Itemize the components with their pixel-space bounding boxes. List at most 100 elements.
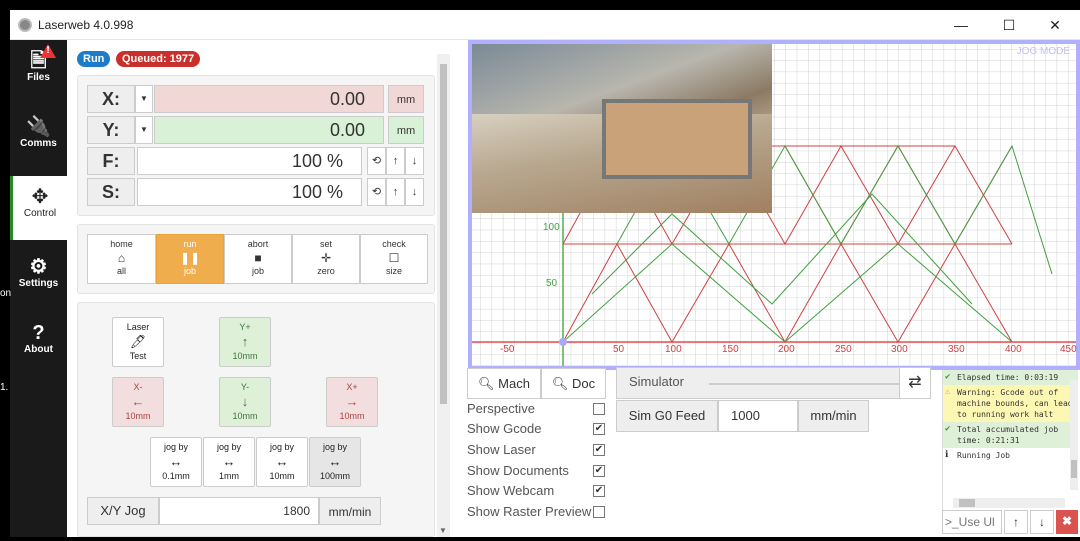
minimize-button[interactable]: — <box>938 10 984 40</box>
doc-view-button[interactable]: 🔍︎ Doc <box>541 368 606 399</box>
maximize-button[interactable]: ☐ <box>986 10 1032 40</box>
arrow-right-icon: → <box>345 394 359 409</box>
desktop-icon-label: on <box>0 288 12 299</box>
show-raster-preview-checkbox[interactable] <box>593 506 605 518</box>
control-panel-scrollbar[interactable]: ▼ <box>437 54 450 537</box>
toggle-show-raster-preview[interactable]: Show Raster Preview <box>467 502 605 522</box>
feed-down-button[interactable]: ↓ <box>405 147 424 175</box>
arrow-left-icon: ← <box>131 394 145 409</box>
history-down-button[interactable]: ↓ <box>1030 510 1054 534</box>
set-zero-button[interactable]: set ✛ zero <box>292 234 360 284</box>
search-icon: 🔍︎ <box>478 376 495 391</box>
spindle-reset-button[interactable]: ⟲ <box>367 178 386 206</box>
show-gcode-checkbox[interactable]: ✔ <box>593 423 605 435</box>
sidebar-item-files[interactable]: 🗎 ! Files <box>10 40 67 104</box>
x-position-value: 0.00 <box>154 85 384 113</box>
abort-job-button[interactable]: abort ■ job <box>224 234 292 284</box>
jog-x-minus-button[interactable]: X- ← 10mm <box>112 377 164 427</box>
scrollbar-thumb[interactable] <box>440 64 447 404</box>
jog-step-0-1mm-button[interactable]: jog by ↔ 0.1mm <box>150 437 202 487</box>
jog-mode-label: JOG MODE <box>1016 46 1070 57</box>
jog-step-100mm-button[interactable]: jog by ↔ 100mm <box>309 437 361 487</box>
log-entry: ✔ Elapsed time: 0:03:19 <box>943 370 1078 385</box>
sidebar-item-comms[interactable]: 🔌 Comms <box>10 106 67 170</box>
move-icon: ✥ <box>31 186 49 208</box>
xy-jog-label: X/Y Jog <box>87 497 159 525</box>
y-tick-100: 100 <box>543 222 560 233</box>
mach-view-button[interactable]: 🔍︎ Mach <box>467 368 541 399</box>
x-axis-label: X: <box>87 85 135 113</box>
close-button[interactable]: ✕ <box>1032 10 1078 40</box>
check-size-button[interactable]: check ☐ size <box>360 234 428 284</box>
x-tick: 450 <box>1060 344 1077 355</box>
feed-reset-button[interactable]: ⟲ <box>367 147 386 175</box>
x-tick: 300 <box>891 344 908 355</box>
pause-icon: ❚❚ <box>179 251 201 265</box>
sim-feed-unit: mm/min <box>798 400 869 432</box>
jog-step-10mm-button[interactable]: jog by ↔ 10mm <box>256 437 308 487</box>
toggle-perspective[interactable]: Perspective <box>467 399 605 419</box>
toggle-show-webcam[interactable]: Show Webcam ✔ <box>467 481 605 501</box>
machine-bed <box>602 99 752 179</box>
scroll-down-icon[interactable]: ▼ <box>439 526 447 535</box>
show-webcam-checkbox[interactable]: ✔ <box>593 485 605 497</box>
swap-view-button[interactable]: ⇄ <box>899 367 931 399</box>
check-circle-icon: ✔ <box>945 424 951 434</box>
toggle-show-documents[interactable]: Show Documents ✔ <box>467 461 605 481</box>
sim-feed-input[interactable]: 1000 <box>718 400 798 432</box>
square-icon: ☐ <box>388 251 400 265</box>
jog-y-minus-button[interactable]: Y- ↓ 10mm <box>219 377 271 427</box>
horizontal-arrows-icon: ↔ <box>275 454 289 469</box>
scrollbar-thumb[interactable] <box>959 499 975 507</box>
show-laser-checkbox[interactable]: ✔ <box>593 444 605 456</box>
log-horizontal-scrollbar[interactable] <box>953 498 1065 508</box>
home-all-button[interactable]: home ⌂ all <box>87 234 156 284</box>
command-input[interactable] <box>942 510 1002 534</box>
toggle-show-laser[interactable]: Show Laser ✔ <box>467 440 605 460</box>
command-bar: ↑ ↓ ✖ <box>942 510 1078 534</box>
sidebar-item-about[interactable]: ? About <box>10 312 67 376</box>
window-title: Laserweb 4.0.998 <box>38 18 134 32</box>
x-tick: 400 <box>1005 344 1022 355</box>
arrow-down-icon: ↓ <box>241 394 249 409</box>
spindle-override-value: 100 % <box>137 178 362 206</box>
jog-well: Laser 🖊 Test Y+ ↑ 10mm X- ← 10mm Y- ↓ 10… <box>77 302 435 537</box>
plug-icon: 🔌 <box>26 116 51 138</box>
xy-jog-unit: mm/min <box>319 497 381 525</box>
jog-step-1mm-button[interactable]: jog by ↔ 1mm <box>203 437 255 487</box>
simulator-label: Simulator <box>629 374 684 389</box>
jog-y-plus-button[interactable]: Y+ ↑ 10mm <box>219 317 271 367</box>
run-job-button[interactable]: run ❚❚ job <box>156 234 224 284</box>
home-icon: ⌂ <box>117 251 126 265</box>
perspective-checkbox[interactable] <box>593 403 605 415</box>
laser-test-button[interactable]: Laser 🖊 Test <box>112 317 164 367</box>
laser-icon: 🖊 <box>129 334 147 349</box>
history-up-button[interactable]: ↑ <box>1004 510 1028 534</box>
x-dropdown-button[interactable]: ▼ <box>135 85 153 113</box>
file-icon: 🗎 <box>30 50 47 72</box>
sidebar-item-control[interactable]: ✥ Control <box>10 176 67 240</box>
xy-jog-speed-input[interactable]: 1800 <box>159 497 319 525</box>
desktop-icon-label: 1. <box>0 382 9 393</box>
check-circle-icon: ✔ <box>945 372 951 382</box>
log-entry: ⚠ Warning: Gcode out of machine bounds, … <box>943 385 1078 422</box>
jog-x-plus-button[interactable]: X+ → 10mm <box>326 377 378 427</box>
workspace-viewport[interactable]: JOG MODE 100 50 -50 50 100 150 200 250 3… <box>468 40 1080 370</box>
log-console: ✔ Elapsed time: 0:03:19 ⚠ Warning: Gcode… <box>942 370 1078 510</box>
webcam-feed <box>472 44 772 213</box>
crosshair-icon: ✛ <box>320 251 332 265</box>
simulator-slider[interactable] <box>709 383 899 385</box>
y-dropdown-button[interactable]: ▼ <box>135 116 153 144</box>
clear-log-button[interactable]: ✖ <box>1056 510 1078 534</box>
show-documents-checkbox[interactable]: ✔ <box>593 465 605 477</box>
spindle-up-button[interactable]: ↑ <box>386 178 405 206</box>
log-vertical-scrollbar[interactable] <box>1070 380 1078 490</box>
main-sidebar: 🗎 ! Files 🔌 Comms ✥ Control ⚙ Settings ?… <box>10 40 67 537</box>
feed-up-button[interactable]: ↑ <box>386 147 405 175</box>
spindle-down-button[interactable]: ↓ <box>405 178 424 206</box>
x-tick: 250 <box>835 344 852 355</box>
x-tick: 350 <box>948 344 965 355</box>
scrollbar-thumb[interactable] <box>1071 460 1077 478</box>
toggle-show-gcode[interactable]: Show Gcode ✔ <box>467 419 605 439</box>
sidebar-item-settings[interactable]: ⚙ Settings <box>10 246 67 310</box>
